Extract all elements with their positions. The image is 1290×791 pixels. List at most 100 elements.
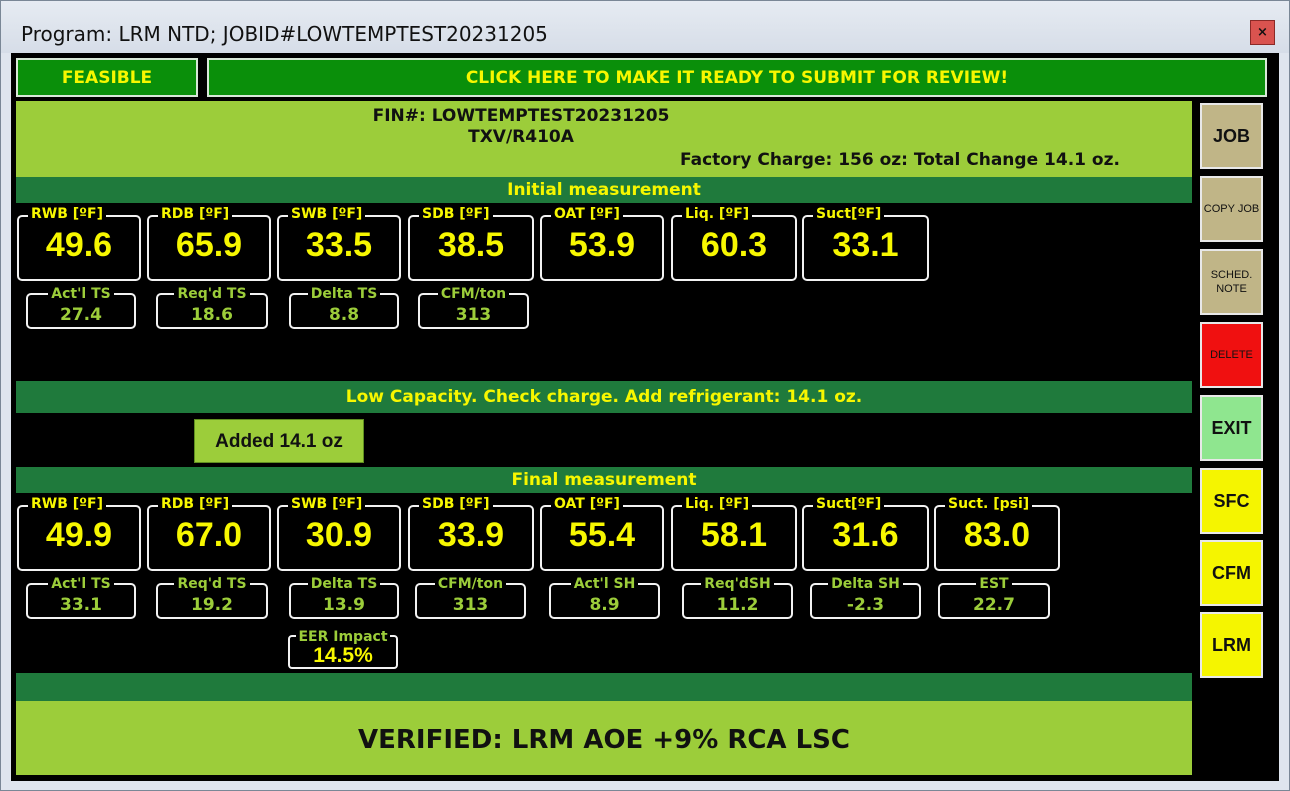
field-value: 33.9 bbox=[437, 516, 505, 554]
button-label: DELETE bbox=[1210, 349, 1253, 361]
field-value: 313 bbox=[455, 305, 492, 325]
field-label: Delta TS bbox=[307, 286, 381, 302]
final-rdb-box[interactable]: RDB [ºF] 67.0 bbox=[147, 496, 271, 571]
final-sdb-box[interactable]: SDB [ºF] 33.9 bbox=[408, 496, 534, 571]
initial-rwb-box[interactable]: RWB [ºF] 49.6 bbox=[17, 206, 141, 281]
submit-for-review-button[interactable]: CLICK HERE TO MAKE IT READY TO SUBMIT FO… bbox=[207, 58, 1267, 97]
field-value: 13.9 bbox=[323, 595, 365, 615]
spacer-bar bbox=[16, 673, 1192, 701]
low-capacity-message: Low Capacity. Check charge. Add refriger… bbox=[16, 381, 1192, 413]
final-liq-box[interactable]: Liq. [ºF] 58.1 bbox=[671, 496, 797, 571]
final-suct-box[interactable]: Suct[ºF] 31.6 bbox=[802, 496, 929, 571]
button-label: SCHED. NOTE bbox=[1210, 269, 1253, 295]
final-delta-sh-box[interactable]: Delta SH -2.3 bbox=[810, 576, 921, 619]
field-value: 83.0 bbox=[963, 516, 1031, 554]
field-value: 49.9 bbox=[45, 516, 113, 554]
final-reqd-ts-box[interactable]: Req'd TS 19.2 bbox=[156, 576, 268, 619]
field-label: EER Impact bbox=[296, 629, 390, 645]
cfm-button[interactable]: CFM bbox=[1200, 540, 1263, 606]
fin-number: FIN#: LOWTEMPTEST20231205 bbox=[372, 106, 670, 126]
initial-rdb-box[interactable]: RDB [ºF] 65.9 bbox=[147, 206, 271, 281]
job-button[interactable]: JOB bbox=[1200, 103, 1263, 169]
field-label: SDB [ºF] bbox=[419, 496, 493, 512]
initial-liq-box[interactable]: Liq. [ºF] 60.3 bbox=[671, 206, 797, 281]
field-label: Delta TS bbox=[307, 576, 381, 592]
field-label: OAT [ºF] bbox=[551, 206, 623, 222]
close-button[interactable]: × bbox=[1250, 20, 1275, 45]
field-value: 49.6 bbox=[45, 226, 113, 264]
field-value: 33.1 bbox=[60, 595, 102, 615]
initial-measurement-header: Initial measurement bbox=[16, 177, 1192, 203]
field-value: 8.9 bbox=[589, 595, 620, 615]
copy-job-button[interactable]: COPY JOB bbox=[1200, 176, 1263, 242]
field-label: RWB [ºF] bbox=[28, 206, 107, 222]
field-label: Req'dSH bbox=[701, 576, 774, 592]
verified-status: VERIFIED: LRM AOE +9% RCA LSC bbox=[16, 701, 1192, 775]
final-delta-ts-box[interactable]: Delta TS 13.9 bbox=[289, 576, 399, 619]
initial-reqd-ts-box[interactable]: Req'd TS 18.6 bbox=[156, 286, 268, 329]
field-label: RWB [ºF] bbox=[28, 496, 107, 512]
field-label: RDB [ºF] bbox=[158, 206, 233, 222]
field-value: 27.4 bbox=[60, 305, 102, 325]
button-label: COPY JOB bbox=[1203, 203, 1260, 215]
final-est-box[interactable]: EST 22.7 bbox=[938, 576, 1050, 619]
button-label: LRM bbox=[1212, 634, 1251, 655]
field-value: 38.5 bbox=[437, 226, 505, 264]
initial-actl-ts-box[interactable]: Act'l TS 27.4 bbox=[26, 286, 136, 329]
title-bar: Program: LRM NTD; JOBID#LOWTEMPTEST20231… bbox=[1, 1, 1289, 53]
field-value: 31.6 bbox=[832, 516, 899, 554]
field-label: Suct. [psi] bbox=[945, 496, 1033, 512]
job-info-panel: FIN#: LOWTEMPTEST20231205 TXV/R410A Fact… bbox=[16, 101, 1192, 177]
sched-note-button[interactable]: SCHED. NOTE bbox=[1200, 249, 1263, 315]
field-value: 19.2 bbox=[191, 595, 233, 615]
field-label: Liq. [ºF] bbox=[682, 206, 753, 222]
initial-delta-ts-box[interactable]: Delta TS 8.8 bbox=[289, 286, 399, 329]
initial-oat-box[interactable]: OAT [ºF] 53.9 bbox=[540, 206, 664, 281]
added-refrigerant-button[interactable]: Added 14.1 oz bbox=[194, 419, 364, 463]
sfc-button[interactable]: SFC bbox=[1200, 468, 1263, 534]
final-cfm-ton-box[interactable]: CFM/ton 313 bbox=[415, 576, 526, 619]
final-suct-psi-box[interactable]: Suct. [psi] 83.0 bbox=[934, 496, 1060, 571]
field-value: 33.5 bbox=[305, 226, 373, 264]
field-value: 60.3 bbox=[700, 226, 768, 264]
final-reqd-sh-box[interactable]: Req'dSH 11.2 bbox=[682, 576, 793, 619]
exit-button[interactable]: EXIT bbox=[1200, 395, 1263, 461]
field-value: 58.1 bbox=[700, 516, 768, 554]
button-label: SFC bbox=[1213, 490, 1250, 511]
field-value: 18.6 bbox=[191, 305, 233, 325]
window-title: Program: LRM NTD; JOBID#LOWTEMPTEST20231… bbox=[21, 22, 548, 46]
field-value: -2.3 bbox=[846, 595, 885, 615]
final-measurement-header: Final measurement bbox=[16, 467, 1192, 493]
field-label: Suct[ºF] bbox=[813, 206, 885, 222]
field-label: CFM/ton bbox=[437, 286, 510, 302]
final-actl-sh-box[interactable]: Act'l SH 8.9 bbox=[549, 576, 660, 619]
final-oat-box[interactable]: OAT [ºF] 55.4 bbox=[540, 496, 664, 571]
field-value: 313 bbox=[452, 595, 489, 615]
feasible-status-button[interactable]: FEASIBLE bbox=[16, 58, 198, 97]
field-label: EST bbox=[976, 576, 1012, 592]
lrm-button[interactable]: LRM bbox=[1200, 612, 1263, 678]
button-label: CFM bbox=[1212, 562, 1251, 583]
eer-impact-box[interactable]: EER Impact 14.5% bbox=[288, 629, 398, 669]
initial-swb-box[interactable]: SWB [ºF] 33.5 bbox=[277, 206, 401, 281]
delete-button[interactable]: DELETE bbox=[1200, 322, 1263, 388]
field-label: Req'd TS bbox=[174, 576, 250, 592]
initial-cfm-ton-box[interactable]: CFM/ton 313 bbox=[418, 286, 529, 329]
initial-suct-box[interactable]: Suct[ºF] 33.1 bbox=[802, 206, 929, 281]
field-value: 33.1 bbox=[832, 226, 899, 264]
final-actl-ts-box[interactable]: Act'l TS 33.1 bbox=[26, 576, 136, 619]
field-label: Act'l TS bbox=[48, 576, 114, 592]
initial-sdb-box[interactable]: SDB [ºF] 38.5 bbox=[408, 206, 534, 281]
field-label: CFM/ton bbox=[434, 576, 507, 592]
field-label: RDB [ºF] bbox=[158, 496, 233, 512]
app-window: Program: LRM NTD; JOBID#LOWTEMPTEST20231… bbox=[0, 0, 1290, 791]
charge-info: Factory Charge: 156 oz: Total Change 14.… bbox=[680, 150, 1120, 170]
final-swb-box[interactable]: SWB [ºF] 30.9 bbox=[277, 496, 401, 571]
field-value: 65.9 bbox=[175, 226, 243, 264]
field-label: SDB [ºF] bbox=[419, 206, 493, 222]
button-label: EXIT bbox=[1211, 417, 1252, 438]
field-value: 8.8 bbox=[328, 305, 360, 325]
client-area: FEASIBLE CLICK HERE TO MAKE IT READY TO … bbox=[11, 53, 1279, 781]
button-label: JOB bbox=[1212, 125, 1250, 146]
final-rwb-box[interactable]: RWB [ºF] 49.9 bbox=[17, 496, 141, 571]
